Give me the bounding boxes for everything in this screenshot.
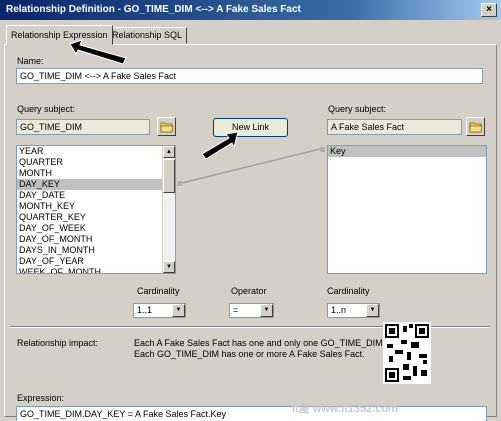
close-button[interactable]: × <box>481 3 497 17</box>
list-item[interactable]: YEAR <box>17 146 175 157</box>
list-item[interactable]: MONTH_KEY <box>17 201 175 212</box>
list-item[interactable]: DAYS_IN_MONTH <box>17 245 175 256</box>
list-item[interactable]: DAY_OF_WEEK <box>17 223 175 234</box>
cardinality-right-label: Cardinality <box>327 286 370 296</box>
cardinality-left-value: 1..1 <box>137 305 153 315</box>
left-query-subject-field: GO_TIME_DIM <box>16 119 150 135</box>
expression-label: Expression: <box>17 393 65 403</box>
qr-code-icon <box>383 322 431 384</box>
operator-select[interactable]: = ▼ <box>229 303 274 318</box>
operator-label: Operator <box>231 286 267 296</box>
window-title-bar: Relationship Definition - GO_TIME_DIM <-… <box>0 0 501 20</box>
dropdown-arrow-icon[interactable]: ▼ <box>260 304 273 317</box>
left-query-items-list[interactable]: YEAR QUARTER MONTH DAY_KEY DAY_DATE MONTH_KEY… <box>16 145 176 274</box>
arrow-pointer-icon <box>201 131 239 160</box>
list-item[interactable]: MONTH <box>17 168 175 179</box>
left-browse-button[interactable] <box>157 117 176 136</box>
cardinality-right-select[interactable]: 1..n ▼ <box>327 303 380 318</box>
watermark: it屋 www.it1352.com <box>292 403 398 415</box>
relationship-impact-line-1: Each A Fake Sales Fact has one and only … <box>134 338 386 348</box>
left-list-scrollbar[interactable]: ▲ ▼ <box>162 146 175 273</box>
right-query-items-list[interactable]: Key <box>327 145 487 274</box>
left-query-subject-label: Query subject: <box>17 104 76 114</box>
scroll-up-arrow-icon[interactable]: ▲ <box>163 146 175 158</box>
folder-icon <box>160 122 174 133</box>
scroll-down-arrow-icon[interactable]: ▼ <box>163 261 175 273</box>
right-browse-button[interactable] <box>466 117 485 136</box>
list-item[interactable]: WEEK_OF_MONTH <box>17 267 175 273</box>
operator-value: = <box>233 305 239 315</box>
window-title: Relationship Definition - GO_TIME_DIM <-… <box>6 4 301 15</box>
dropdown-arrow-icon[interactable]: ▼ <box>366 304 379 317</box>
right-query-subject-field: A Fake Sales Fact <box>327 119 462 135</box>
right-query-subject-label: Query subject: <box>328 104 387 114</box>
cardinality-left-label: Cardinality <box>137 286 180 296</box>
arrow-pointer-icon <box>69 39 127 65</box>
cardinality-right-value: 1..n <box>331 305 347 315</box>
list-item[interactable]: Key <box>328 146 486 157</box>
list-item[interactable]: DAY_DATE <box>17 190 175 201</box>
list-item[interactable]: QUARTER <box>17 157 175 168</box>
expression-field[interactable]: GO_TIME_DIM.DAY_KEY = A Fake Sales Fact.… <box>16 406 487 421</box>
cardinality-left-select[interactable]: 1..1 ▼ <box>133 303 186 318</box>
dropdown-arrow-icon[interactable]: ▼ <box>172 304 185 317</box>
folder-icon <box>469 122 483 133</box>
list-item[interactable]: DAY_KEY <box>17 179 175 190</box>
list-item[interactable]: DAY_OF_MONTH <box>17 234 175 245</box>
relationship-impact-line-2: Each GO_TIME_DIM has one or more A Fake … <box>134 349 365 359</box>
list-item[interactable]: QUARTER_KEY <box>17 212 175 223</box>
name-input[interactable]: GO_TIME_DIM <--> A Fake Sales Fact <box>16 68 483 84</box>
scroll-thumb[interactable] <box>163 159 175 193</box>
name-label: Name: <box>17 56 44 66</box>
relationship-impact-label: Relationship impact: <box>17 338 99 348</box>
list-item[interactable]: DAY_OF_YEAR <box>17 256 175 267</box>
